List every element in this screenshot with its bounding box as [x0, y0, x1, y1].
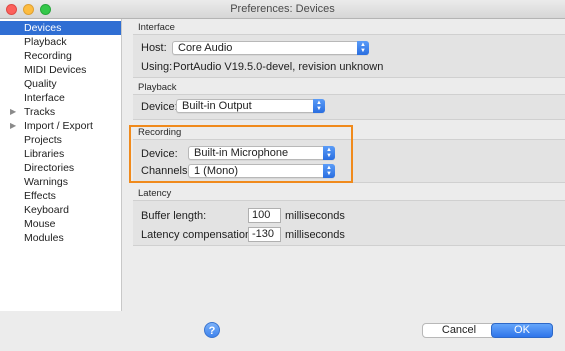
latency-group: Buffer length: 100 milliseconds Latency …	[133, 200, 565, 246]
sidebar-item-libraries[interactable]: Libraries	[0, 147, 121, 161]
host-label: Host:	[141, 42, 167, 54]
ok-button[interactable]: OK	[491, 323, 553, 338]
sidebar-item-projects[interactable]: Projects	[0, 133, 121, 147]
playback-device-value: Built-in Output	[182, 100, 252, 112]
buffer-length-unit: milliseconds	[285, 210, 345, 222]
sidebar-item-tracks[interactable]: ▶ Tracks	[0, 105, 121, 119]
chevron-updown-icon: ▲ ▼	[313, 99, 325, 113]
sidebar-item-label: Modules	[24, 232, 64, 244]
sidebar-item-effects[interactable]: Effects	[0, 189, 121, 203]
using-value: PortAudio V19.5.0-devel, revision unknow…	[173, 61, 384, 73]
sidebar-item-midi-devices[interactable]: MIDI Devices	[0, 63, 121, 77]
question-mark-icon[interactable]: ?	[204, 322, 220, 338]
buffer-length-label: Buffer length:	[141, 210, 207, 222]
recording-channels-value: 1 (Mono)	[194, 165, 239, 177]
playback-section-title: Playback	[138, 82, 177, 93]
chevron-updown-icon: ▲ ▼	[323, 164, 335, 178]
playback-device-select[interactable]: Built-in Output ▲ ▼	[176, 99, 325, 113]
chevron-updown-icon: ▲ ▼	[323, 146, 335, 160]
recording-device-select[interactable]: Built-in Microphone ▲ ▼	[188, 146, 335, 160]
sidebar-item-warnings[interactable]: Warnings	[0, 175, 121, 189]
dialog-footer: ? Cancel OK	[0, 311, 565, 351]
expand-triangle-icon[interactable]: ▶	[10, 105, 16, 119]
sidebar-item-label: MIDI Devices	[24, 64, 87, 76]
recording-section-title: Recording	[138, 127, 182, 138]
title-bar: Preferences: Devices	[0, 0, 565, 19]
interface-group: Host: Core Audio ▲ ▼ Using: PortAudio V19…	[133, 34, 565, 78]
buffer-length-input[interactable]: 100	[248, 208, 281, 223]
latency-compensation-unit: milliseconds	[285, 229, 345, 241]
sidebar-item-label: Warnings	[24, 176, 68, 188]
recording-device-label: Device:	[141, 148, 178, 160]
sidebar-item-label: Tracks	[24, 106, 56, 118]
recording-channels-label: Channels:	[141, 165, 191, 177]
sidebar-item-label: Import / Export	[24, 120, 93, 132]
sidebar-item-label: Recording	[24, 50, 72, 62]
recording-channels-select[interactable]: 1 (Mono) ▲ ▼	[188, 164, 335, 178]
sidebar-item-label: Effects	[24, 190, 56, 202]
sidebar-item-interface[interactable]: Interface	[0, 91, 121, 105]
recording-group: Device: Built-in Microphone ▲ ▼ Channels:…	[133, 139, 565, 183]
sidebar-item-label: Mouse	[24, 218, 56, 230]
latency-section-title: Latency	[138, 188, 172, 199]
sidebar-item-import-export[interactable]: ▶ Import / Export	[0, 119, 121, 133]
preferences-content: Interface Host: Core Audio ▲ ▼ Using: Por…	[126, 19, 565, 311]
using-label: Using:	[141, 61, 173, 73]
sidebar-item-label: Libraries	[24, 148, 65, 160]
sidebar-item-recording[interactable]: Recording	[0, 49, 121, 63]
host-value: Core Audio	[178, 42, 233, 54]
sidebar-item-label: Projects	[24, 134, 62, 146]
sidebar-item-keyboard[interactable]: Keyboard	[0, 203, 121, 217]
sidebar-item-directories[interactable]: Directories	[0, 161, 121, 175]
sidebar-item-label: Interface	[24, 92, 65, 104]
sidebar-item-playback[interactable]: Playback	[0, 35, 121, 49]
latency-compensation-label: Latency compensation:	[141, 229, 255, 241]
window-title: Preferences: Devices	[230, 3, 335, 15]
sidebar-item-label: Directories	[24, 162, 75, 174]
cancel-button[interactable]: Cancel	[422, 323, 496, 338]
expand-triangle-icon[interactable]: ▶	[10, 119, 16, 133]
latency-compensation-input[interactable]: -130	[248, 227, 281, 242]
sidebar-item-label: Quality	[24, 78, 57, 90]
sidebar-item-label: Devices	[24, 22, 62, 34]
recording-device-value: Built-in Microphone	[194, 147, 289, 159]
sidebar-item-devices[interactable]: Devices	[0, 21, 121, 35]
sidebar-item-mouse[interactable]: Mouse	[0, 217, 121, 231]
chevron-updown-icon: ▲ ▼	[357, 41, 369, 55]
sidebar-item-quality[interactable]: Quality	[0, 77, 121, 91]
playback-group: Device: Built-in Output ▲ ▼	[133, 94, 565, 120]
interface-section-title: Interface	[138, 22, 175, 33]
playback-device-label: Device:	[141, 101, 178, 113]
preferences-sidebar: Devices Playback Recording MIDI Devices …	[0, 19, 122, 311]
sidebar-item-modules[interactable]: Modules	[0, 231, 121, 245]
sidebar-item-label: Keyboard	[24, 204, 69, 216]
sidebar-item-label: Playback	[24, 36, 67, 48]
host-select[interactable]: Core Audio ▲ ▼	[172, 41, 369, 55]
